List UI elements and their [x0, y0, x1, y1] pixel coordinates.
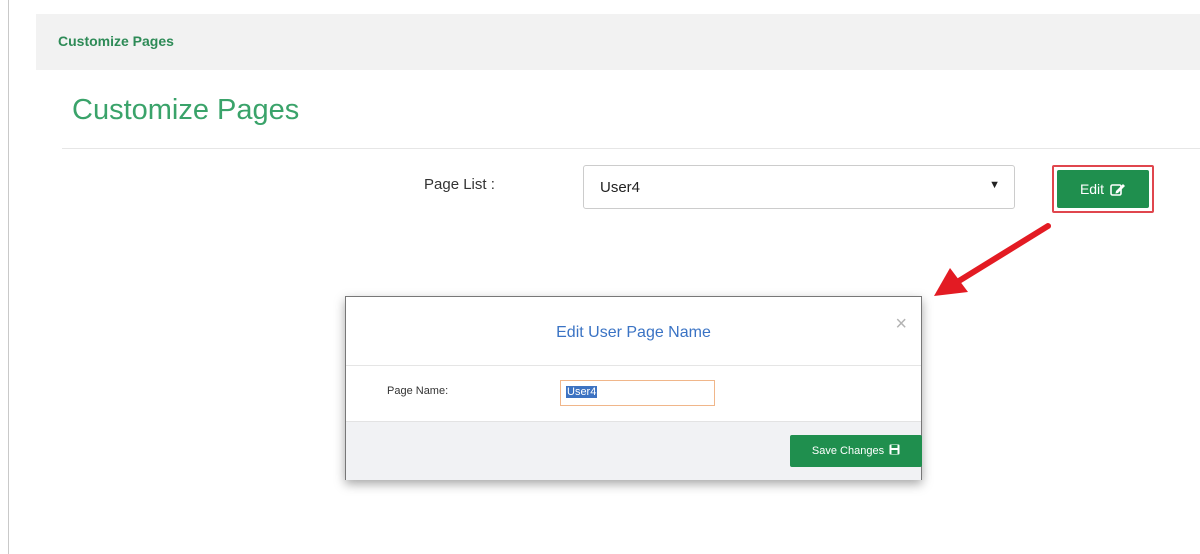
modal-divider: [346, 365, 921, 366]
edit-button[interactable]: Edit: [1057, 170, 1149, 208]
header-bar: Customize Pages: [36, 14, 1200, 70]
chevron-down-icon: ▼: [989, 179, 1000, 191]
close-icon[interactable]: ×: [895, 313, 907, 336]
edit-button-highlight: Edit: [1052, 165, 1154, 213]
page-title: Customize Pages: [72, 94, 300, 126]
title-divider: [62, 148, 1200, 149]
floppy-disk-icon: [889, 444, 900, 458]
page-name-input[interactable]: User4: [560, 380, 715, 406]
page-name-label: Page Name:: [387, 385, 449, 397]
modal-footer: Save Changes: [346, 421, 922, 480]
save-changes-button[interactable]: Save Changes: [790, 435, 922, 467]
header-title: Customize Pages: [58, 33, 174, 49]
modal-title: Edit User Page Name: [556, 324, 711, 341]
page-list-label: Page List :: [424, 176, 495, 193]
page-list-selected-value: User4: [600, 179, 641, 196]
red-arrow-annotation: [934, 223, 1051, 296]
edit-button-label: Edit: [1079, 181, 1105, 197]
edit-square-icon: [1110, 182, 1126, 196]
page-list-select[interactable]: User4 ▼: [583, 165, 1015, 209]
save-changes-label: Save Changes: [811, 445, 885, 457]
page-name-input-value: User4: [566, 386, 598, 398]
edit-page-name-modal: Edit User Page Name × Page Name: User4 S…: [345, 296, 922, 480]
